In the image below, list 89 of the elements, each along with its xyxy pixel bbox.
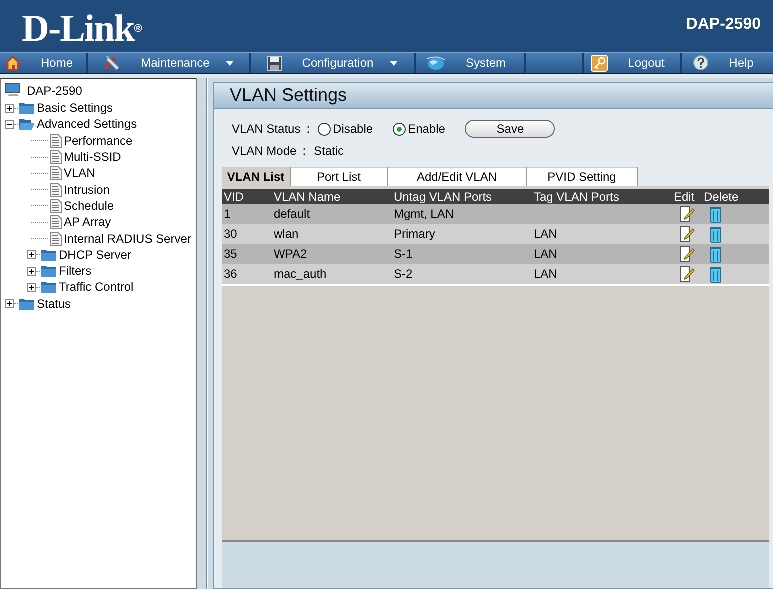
tree-item[interactable]: Performance [64,134,133,148]
nav-menu-item[interactable]: Configuration [267,56,398,70]
tree-item[interactable]: Intrusion [64,182,110,197]
folder-icon [18,101,35,116]
nav-menu-item[interactable]: Home [4,56,81,70]
edit-icon[interactable] [680,226,695,242]
house-icon [4,56,21,70]
column-header: Delete [702,189,769,204]
column-header: Untag VLAN Ports [392,189,532,204]
table-cell: LAN [534,267,558,281]
expand-icon[interactable] [5,299,14,308]
expand-icon[interactable] [27,282,36,292]
table-cell: default [274,207,310,221]
column-header: Edit [672,189,702,204]
folder-icon [40,248,57,262]
tree-item[interactable]: Status [37,296,72,311]
edit-icon[interactable] [680,206,695,222]
tools-icon [103,55,122,71]
column-header: VLAN Name [272,189,392,204]
radio-button[interactable]: Enable [393,122,446,136]
nav-menu-item[interactable]: Maintenance [103,55,234,71]
nav-menu-item[interactable]: Logout [591,54,673,72]
tree-item[interactable]: Filters [59,264,92,278]
tree-item[interactable]: Internal RADIUS Server [64,232,192,246]
tab[interactable]: Add/Edit VLAN [388,167,527,186]
document-icon [50,166,62,180]
tab[interactable]: VLAN List [222,167,291,186]
expand-icon[interactable] [27,250,36,260]
table-cell: Mgmt, LAN [394,207,454,221]
table-cell: LAN [534,247,558,261]
tab[interactable]: PVID Setting [527,167,638,186]
column-header: VID [222,189,272,204]
document-icon [50,232,62,246]
trash-icon[interactable] [710,206,722,222]
save-button[interactable]: Save [465,120,556,138]
tree-item[interactable]: Traffic Control [59,280,134,294]
tree-item[interactable]: Multi-SSID [64,150,122,164]
open-folder-icon [18,117,35,132]
panel-title: VLAN Settings [214,83,773,109]
table-cell: 36 [224,267,238,281]
column-header: Tag VLAN Ports [532,189,672,204]
folder-icon [40,280,57,294]
trash-icon[interactable] [710,226,722,242]
nav-menu-item[interactable]: System [426,56,514,70]
radio-button[interactable]: Disable [318,122,374,136]
table-cell: 35 [224,247,238,261]
globe-icon [426,56,446,70]
tree-item[interactable]: DHCP Server [59,248,132,262]
tree-item[interactable]: VLAN [64,166,96,180]
tab[interactable]: Port List [291,167,388,186]
table-cell: S-2 [394,267,413,281]
field-label: VLAN Status [232,122,301,136]
field-label: VLAN Mode [232,144,297,158]
table-cell: WPA2 [274,247,308,261]
help-icon [693,55,710,71]
document-icon [50,215,62,230]
document-icon [50,182,62,197]
trash-icon[interactable] [710,266,722,282]
tree-item[interactable]: Advanced Settings [37,117,138,132]
folder-icon [18,296,35,311]
table-cell: 30 [224,227,238,241]
table-cell: wlan [274,227,299,241]
computer-icon [5,83,22,99]
table-cell: mac_auth [274,267,327,281]
edit-icon[interactable] [680,266,695,282]
tree-item[interactable]: Schedule [64,198,114,213]
separator: : [302,144,306,158]
document-icon [50,134,62,148]
model-name: DAP-2590 [686,16,761,34]
tree-item[interactable]: AP Array [64,215,112,230]
expand-icon[interactable] [27,266,36,276]
field-value: Static [314,144,344,158]
table-cell: 1 [224,207,231,221]
separator: : [306,122,310,136]
collapse-icon[interactable] [5,120,14,129]
folder-icon [40,264,57,278]
edit-icon[interactable] [680,246,695,262]
expand-icon[interactable] [5,104,14,113]
table-cell: Primary [394,227,436,241]
nav-menu-item[interactable]: Help [693,55,762,71]
logo: D-Link$^{®}$ [22,10,142,48]
document-icon [50,150,62,164]
document-icon [50,198,62,213]
trash-icon[interactable] [710,246,722,262]
table-cell: LAN [534,227,558,241]
key-icon [591,54,608,72]
table-cell: S-1 [394,247,413,261]
tree-item[interactable]: DAP-2590 [27,84,82,98]
tree-item[interactable]: Basic Settings [37,101,114,116]
